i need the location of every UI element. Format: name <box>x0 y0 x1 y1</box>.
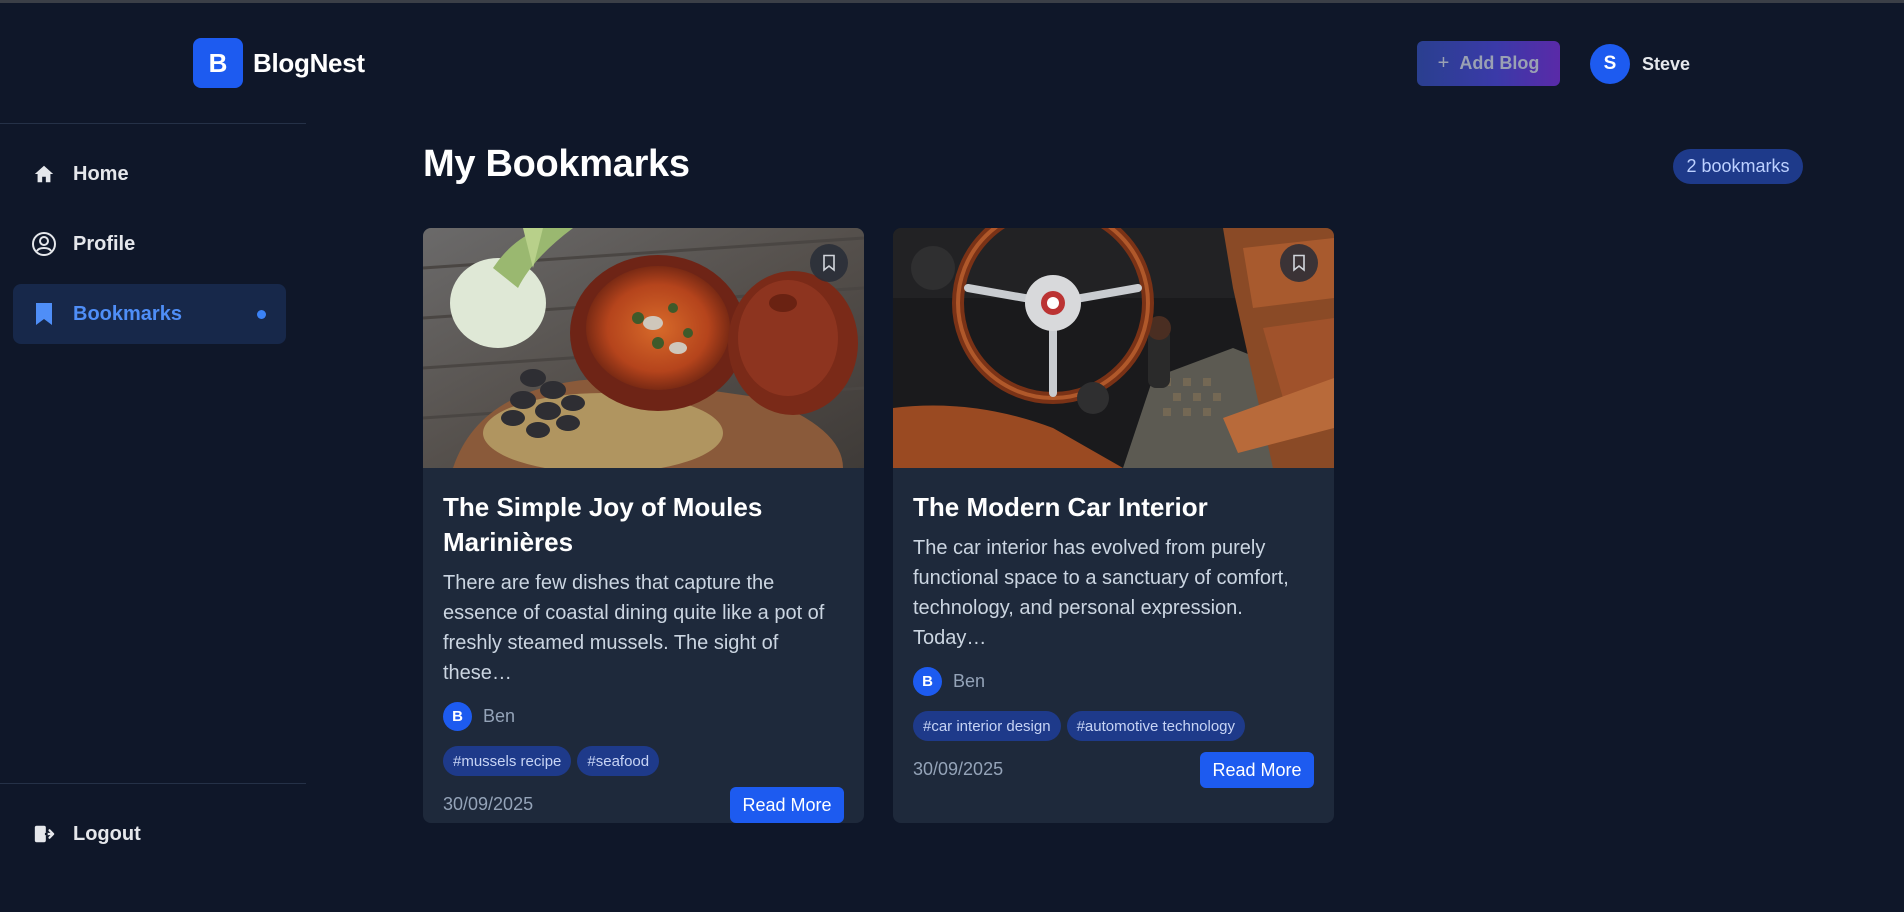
card-excerpt: There are few dishes that capture the es… <box>443 572 825 684</box>
add-blog-button[interactable]: + Add Blog <box>1417 41 1560 86</box>
blog-card[interactable]: The Simple Joy of Moules Marinières Ther… <box>423 228 864 823</box>
sidebar-item-home[interactable]: Home <box>13 144 286 204</box>
sidebar-item-bookmarks[interactable]: Bookmarks <box>13 284 286 344</box>
card-author: B Ben <box>443 702 844 731</box>
sidebar: Home Profile Bookmarks Logout <box>0 123 306 912</box>
brand-logo[interactable]: B BlogNest <box>193 38 365 88</box>
bookmark-outline-icon <box>1293 254 1305 272</box>
plus-icon: + <box>1437 52 1450 74</box>
sidebar-item-profile[interactable]: Profile <box>13 214 286 274</box>
bookmark-icon <box>31 301 57 327</box>
read-more-button[interactable]: Read More <box>730 787 844 823</box>
card-title[interactable]: The Simple Joy of Moules Marinières <box>443 490 844 560</box>
card-body: The Simple Joy of Moules Marinières Ther… <box>443 490 844 823</box>
tag-list: #car interior design #automotive technol… <box>913 711 1314 741</box>
read-more-button[interactable]: Read More <box>1200 752 1314 788</box>
home-icon <box>31 161 57 187</box>
logout-button[interactable]: Logout <box>13 804 286 864</box>
card-footer: 30/09/2025 Read More <box>443 787 844 823</box>
bookmark-toggle-button[interactable] <box>1280 244 1318 282</box>
tag[interactable]: #car interior design <box>913 711 1061 741</box>
sidebar-item-label: Home <box>73 162 129 185</box>
brand-name: BlogNest <box>253 47 365 78</box>
post-date: 30/09/2025 <box>913 759 1004 779</box>
bookmark-count-badge: 2 bookmarks <box>1673 149 1803 184</box>
card-image-car-interior[interactable] <box>893 228 1334 468</box>
add-blog-label: Add Blog <box>1459 53 1540 73</box>
user-name: Steve <box>1642 53 1691 74</box>
avatar: S <box>1590 44 1630 84</box>
blog-card[interactable]: The Modern Car Interior The car interior… <box>893 228 1334 823</box>
user-menu[interactable]: S Steve <box>1590 44 1690 84</box>
brand-mark: B <box>193 38 243 88</box>
card-footer: 30/09/2025 Read More <box>913 752 1314 788</box>
sidebar-item-label: Bookmarks <box>73 302 182 325</box>
logout-icon <box>31 821 57 847</box>
author-name: Ben <box>483 706 516 726</box>
sidebar-divider-top <box>0 123 306 124</box>
bookmark-toggle-button[interactable] <box>810 244 848 282</box>
sidebar-item-label: Profile <box>73 232 136 255</box>
tag[interactable]: #automotive technology <box>1066 711 1246 741</box>
card-author: B Ben <box>913 667 1314 696</box>
tag-list: #mussels recipe #seafood <box>443 746 844 776</box>
card-image-mussels[interactable] <box>423 228 864 468</box>
card-body: The Modern Car Interior The car interior… <box>913 490 1314 788</box>
card-excerpt: The car interior has evolved from purely… <box>913 537 1289 649</box>
tag[interactable]: #seafood <box>577 746 660 776</box>
author-name: Ben <box>953 671 986 691</box>
sidebar-divider-bottom <box>0 783 306 784</box>
card-title[interactable]: The Modern Car Interior <box>913 490 1314 525</box>
logout-label: Logout <box>73 822 141 845</box>
post-date: 30/09/2025 <box>443 794 534 814</box>
author-avatar: B <box>443 702 472 731</box>
bookmark-outline-icon <box>823 254 835 272</box>
user-circle-icon <box>31 231 57 257</box>
page-title: My Bookmarks <box>423 143 690 185</box>
active-indicator-dot <box>257 310 266 319</box>
author-avatar: B <box>913 667 942 696</box>
tag[interactable]: #mussels recipe <box>443 746 572 776</box>
top-header: B BlogNest + Add Blog S Steve <box>0 3 1904 123</box>
